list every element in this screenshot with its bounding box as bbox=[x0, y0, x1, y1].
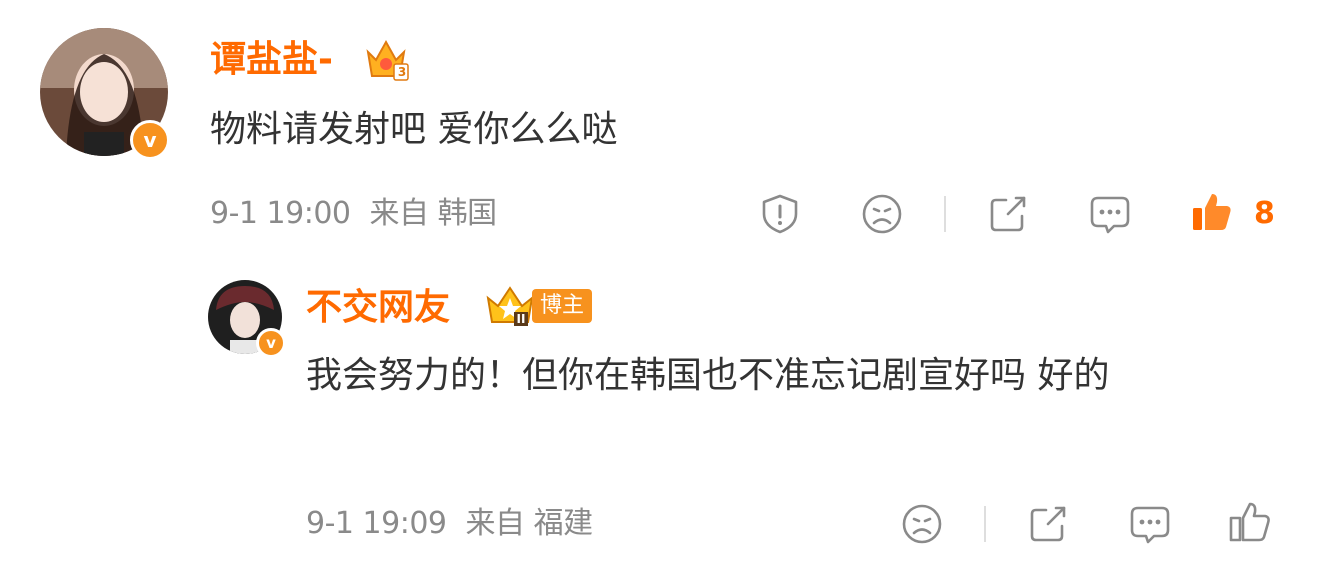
comment-button[interactable] bbox=[1088, 192, 1132, 236]
action-divider bbox=[984, 506, 986, 542]
action-divider bbox=[944, 196, 946, 232]
comment-button[interactable] bbox=[1128, 502, 1172, 546]
report-icon bbox=[762, 194, 798, 234]
crown-badge: 3 bbox=[362, 34, 410, 82]
like-button[interactable] bbox=[1190, 190, 1234, 234]
crown-level: II bbox=[514, 312, 528, 326]
dislike-button[interactable] bbox=[860, 192, 904, 236]
comment-icon bbox=[1090, 196, 1130, 234]
like-count: 8 bbox=[1254, 196, 1275, 231]
like-icon bbox=[1193, 194, 1231, 230]
crown-badge: II bbox=[484, 282, 536, 328]
reply-author[interactable]: 不交网友 bbox=[306, 286, 450, 330]
reply-text: 我会努力的！但你在韩国也不准忘记剧宣好吗 好的 bbox=[306, 355, 1110, 396]
comment: v 谭盐盐- 3 物料请发射吧 爱你么么哒 9-1 19:00 来自 韩国 8 bbox=[0, 0, 1320, 260]
verified-badge-letter: v bbox=[143, 128, 157, 152]
comment-text: 物料请发射吧 爱你么么哒 bbox=[210, 109, 618, 150]
author-tag: 博主 bbox=[532, 289, 593, 323]
report-button[interactable] bbox=[758, 192, 802, 236]
comment-meta: 9-1 19:00 来自 韩国 bbox=[210, 194, 497, 234]
share-button[interactable] bbox=[1026, 502, 1070, 546]
like-icon bbox=[1229, 502, 1270, 542]
dislike-button[interactable] bbox=[900, 502, 944, 546]
reply-source: 来自 福建 bbox=[465, 506, 594, 541]
verified-badge-letter: v bbox=[266, 334, 276, 352]
share-icon bbox=[990, 196, 1026, 232]
comment-time: 9-1 19:00 bbox=[210, 196, 351, 231]
reply: v 不交网友 II 博主 我会努力的！但你在韩国也不准忘记剧宣好吗 好的 9-1… bbox=[0, 260, 1320, 574]
like-button[interactable] bbox=[1228, 500, 1272, 544]
share-icon bbox=[1030, 506, 1066, 542]
crown-level: 3 bbox=[397, 65, 407, 79]
comment-icon bbox=[1130, 506, 1170, 544]
comment-author[interactable]: 谭盐盐- bbox=[210, 38, 333, 82]
verified-badge: v bbox=[256, 328, 286, 358]
comment-source: 来自 韩国 bbox=[369, 196, 498, 231]
reply-meta: 9-1 19:09 来自 福建 bbox=[306, 504, 593, 544]
dislike-icon bbox=[862, 194, 902, 234]
share-button[interactable] bbox=[986, 192, 1030, 236]
reply-time: 9-1 19:09 bbox=[306, 506, 447, 541]
crown-icon bbox=[486, 286, 534, 323]
dislike-icon bbox=[902, 504, 942, 544]
verified-badge: v bbox=[130, 120, 170, 160]
